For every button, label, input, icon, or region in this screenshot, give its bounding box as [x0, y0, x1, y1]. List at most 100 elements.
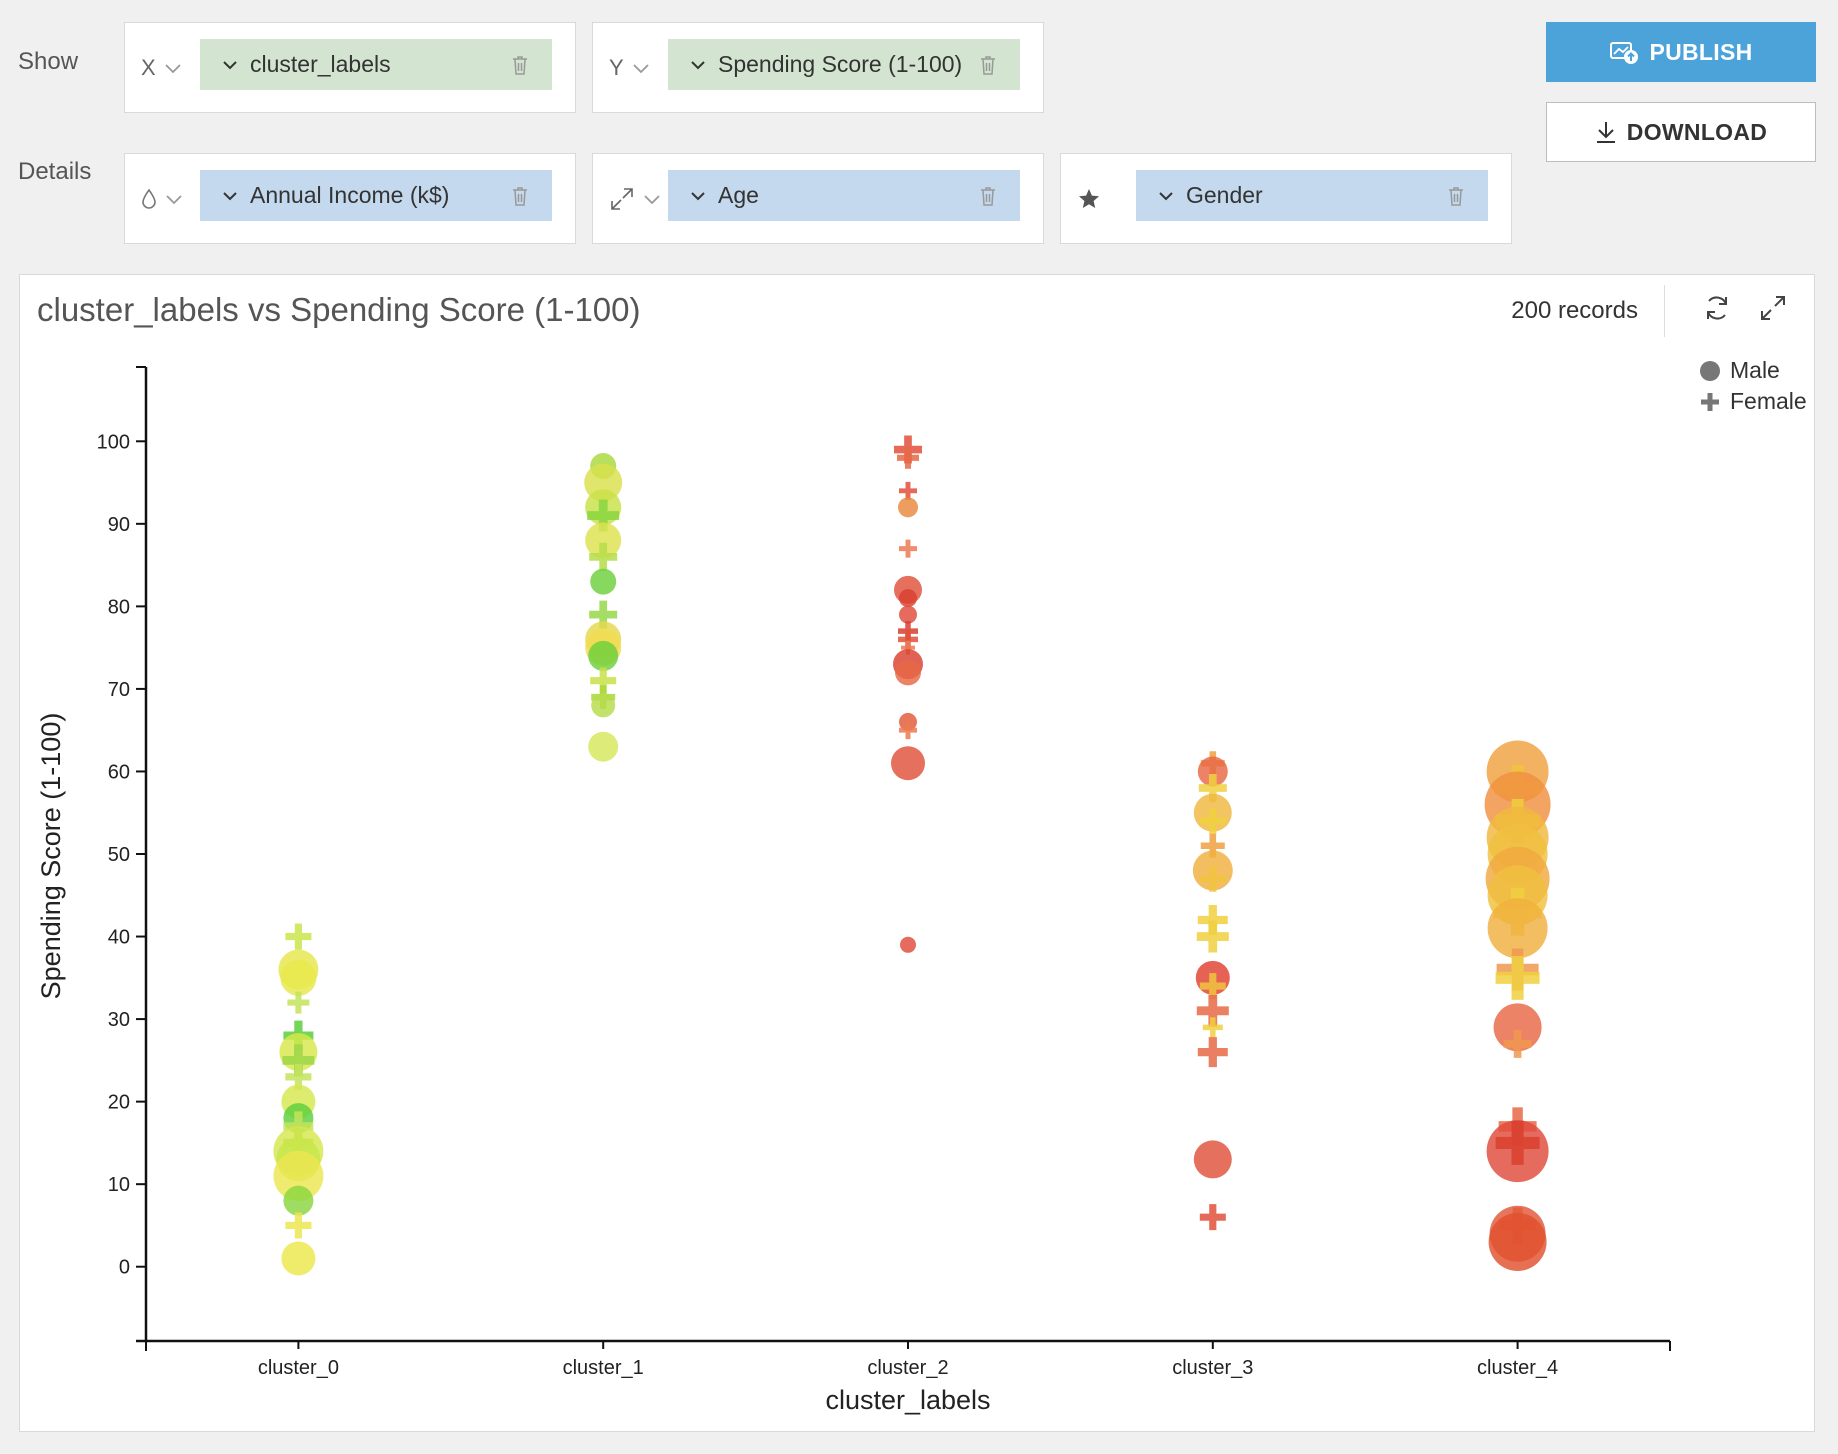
- droplet-icon: [142, 188, 156, 209]
- y-shelf[interactable]: Y Spending Score (1-100): [592, 22, 1044, 113]
- chevron-down-icon: [166, 194, 182, 204]
- star-icon: [1079, 188, 1099, 208]
- data-point-male: [899, 605, 917, 624]
- circle-icon: [1700, 360, 1720, 381]
- data-point-male: [588, 731, 619, 762]
- header-divider: [1664, 285, 1665, 337]
- show-label: Show: [18, 48, 79, 75]
- y-field-pill[interactable]: Spending Score (1-100): [668, 39, 1020, 90]
- data-point-female: [1199, 807, 1226, 834]
- data-point-male: [281, 1241, 316, 1276]
- y-axis-dropdown[interactable]: Y: [609, 55, 650, 81]
- download-button[interactable]: DOWNLOAD: [1546, 102, 1816, 162]
- data-point-female: [899, 481, 917, 500]
- x-tick-label: cluster_1: [563, 1357, 644, 1379]
- x-field-pill[interactable]: cluster_labels: [200, 39, 552, 90]
- trash-icon[interactable]: [1446, 185, 1466, 207]
- shape-field-pill[interactable]: Gender: [1136, 170, 1488, 221]
- data-point-male: [590, 568, 617, 595]
- x-tick-label: cluster_2: [867, 1357, 948, 1379]
- color-field-pill[interactable]: Annual Income (k$): [200, 170, 552, 221]
- x-axis-key: X: [141, 54, 156, 80]
- refresh-button[interactable]: [1702, 293, 1732, 328]
- y-tick-label: 70: [108, 679, 130, 701]
- size-field-pill[interactable]: Age: [668, 170, 1020, 221]
- data-point-female: [283, 1127, 314, 1158]
- y-tick-label: 60: [108, 761, 130, 783]
- y-tick-label: 90: [108, 514, 130, 536]
- data-point-female: [589, 542, 618, 571]
- data-point-female: [1503, 1029, 1532, 1058]
- chart-title: cluster_labels vs Spending Score (1-100): [37, 291, 641, 328]
- data-point-male: [1493, 1003, 1542, 1052]
- color-encoding-dropdown[interactable]: [141, 188, 183, 210]
- data-point-male: [1484, 771, 1551, 838]
- x-field-label: cluster_labels: [250, 51, 391, 77]
- data-point-female: [1494, 764, 1541, 811]
- data-point-female: [285, 923, 312, 950]
- trash-icon[interactable]: [978, 185, 998, 207]
- data-point-female: [283, 1020, 314, 1051]
- size-encoding-dropdown[interactable]: [609, 186, 661, 212]
- chevron-down-icon[interactable]: [222, 190, 238, 202]
- resize-icon: [611, 187, 633, 210]
- x-tick-label: cluster_4: [1477, 1357, 1558, 1379]
- chevron-down-icon[interactable]: [1158, 190, 1174, 202]
- size-shelf[interactable]: Age: [592, 153, 1044, 244]
- data-point-female: [1200, 751, 1225, 776]
- data-point-female: [1202, 1017, 1223, 1038]
- data-point-female: [283, 1111, 314, 1142]
- data-point-male: [585, 489, 622, 526]
- publish-label: PUBLISH: [1649, 38, 1753, 65]
- y-axis-key: Y: [609, 54, 624, 80]
- data-point-female: [285, 1212, 312, 1239]
- shape-encoding-dropdown[interactable]: [1077, 187, 1101, 211]
- legend-label-male: Male: [1730, 357, 1780, 383]
- data-point-female: [1199, 973, 1226, 1000]
- trash-icon[interactable]: [510, 185, 530, 207]
- publish-button[interactable]: PUBLISH: [1546, 22, 1816, 82]
- data-point-male: [1193, 793, 1232, 832]
- data-point-male: [283, 1103, 314, 1134]
- data-point-male: [895, 659, 921, 686]
- chevron-down-icon: [165, 63, 181, 73]
- data-point-female: [591, 685, 616, 710]
- shape-shelf[interactable]: Gender: [1060, 153, 1512, 244]
- data-point-female: [1198, 773, 1227, 802]
- data-point-female: [894, 435, 922, 464]
- data-point-female: [1498, 1107, 1537, 1146]
- color-shelf[interactable]: Annual Income (k$): [124, 153, 576, 244]
- x-tick-label: cluster_0: [258, 1357, 339, 1379]
- data-point-male: [1487, 824, 1548, 884]
- expand-icon: [1761, 296, 1785, 320]
- data-point-male: [276, 1137, 321, 1182]
- data-point-male: [273, 1150, 324, 1201]
- data-point-male: [590, 453, 617, 480]
- data-point-female: [1196, 920, 1229, 953]
- data-point-male: [891, 746, 925, 781]
- x-axis-dropdown[interactable]: X: [141, 55, 182, 81]
- chevron-down-icon: [644, 194, 660, 204]
- shape-field-label: Gender: [1186, 182, 1263, 208]
- legend-label-female: Female: [1730, 388, 1807, 414]
- data-point-male: [1197, 756, 1228, 787]
- trash-icon[interactable]: [978, 54, 998, 76]
- chart-legend: Male Female: [1700, 355, 1807, 417]
- data-point-female: [1199, 1204, 1226, 1231]
- data-point-female: [590, 667, 617, 694]
- chevron-down-icon[interactable]: [222, 59, 238, 71]
- data-point-male: [1486, 806, 1549, 869]
- data-point-female: [1496, 948, 1539, 991]
- y-tick-label: 20: [108, 1092, 130, 1114]
- chevron-down-icon[interactable]: [690, 190, 706, 202]
- refresh-icon: [1707, 296, 1727, 320]
- expand-button[interactable]: [1758, 293, 1788, 328]
- y-tick-label: 10: [108, 1174, 130, 1196]
- trash-icon[interactable]: [510, 54, 530, 76]
- size-field-label: Age: [718, 182, 759, 208]
- chevron-down-icon: [633, 63, 649, 73]
- chevron-down-icon[interactable]: [690, 59, 706, 71]
- x-shelf[interactable]: X cluster_labels: [124, 22, 576, 113]
- chart-panel: cluster_labels vs Spending Score (1-100)…: [19, 274, 1815, 1432]
- data-point-male: [899, 589, 917, 608]
